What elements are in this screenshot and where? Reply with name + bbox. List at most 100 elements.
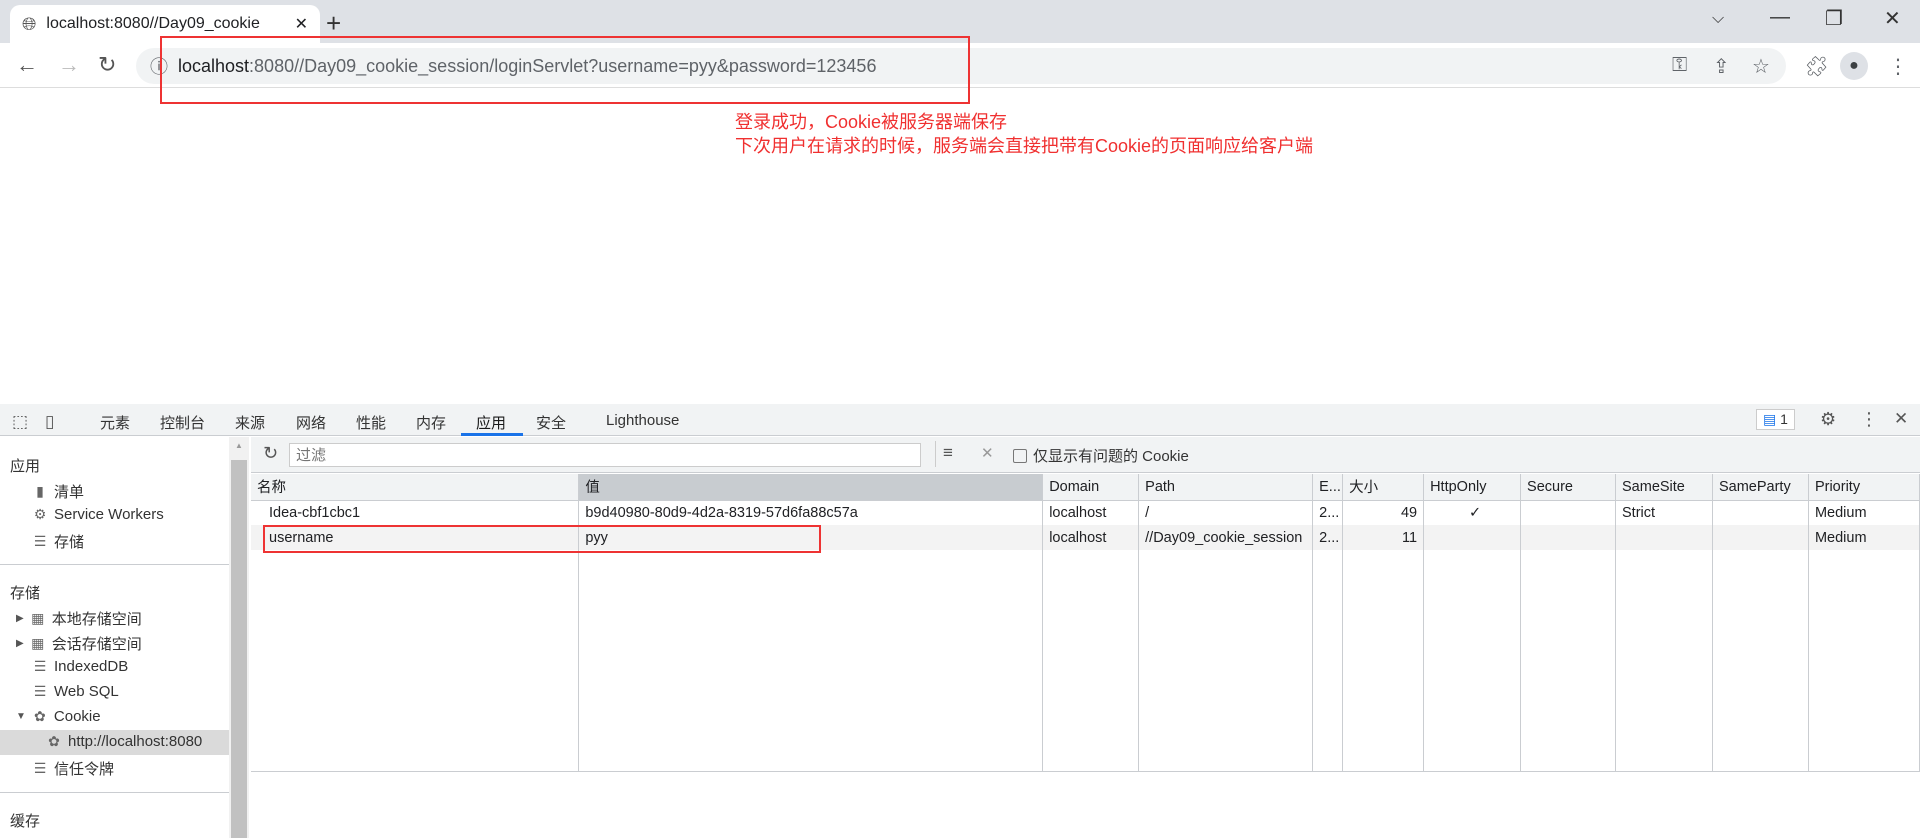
empty-cell [1808,550,1920,771]
close-devtools-icon[interactable]: ✕ [1894,409,1908,429]
table-cell [1520,500,1616,525]
minimize-button[interactable]: — [1770,6,1790,29]
column-header[interactable]: SameSite [1615,474,1713,501]
empty-cell [1342,550,1425,771]
sidebar-item-trust-tokens[interactable]: ☰ 信任令牌 [32,758,114,779]
column-header[interactable]: Path [1138,474,1314,501]
table-cell [1712,525,1809,550]
empty-cell [251,550,580,771]
refresh-icon[interactable]: ↻ [263,443,278,464]
sidebar-item-manifest[interactable]: ▮ 清单 [32,481,84,502]
table-row[interactable]: Idea-cbf1cbc1 b9d40980-80d9-4d2a-8319-57d… [251,500,1920,525]
table-cell: Idea-cbf1cbc1 [251,500,580,525]
column-header[interactable]: 值 [578,474,1044,501]
empty-space [251,550,1920,771]
active-tab-indicator [461,433,523,436]
table-cell: //Day09_cookie_session [1138,525,1314,550]
settings-gear-icon[interactable]: ⚙ [1820,409,1836,430]
column-header[interactable]: Secure [1520,474,1616,501]
expand-arrow-icon[interactable]: ▶ [16,638,24,649]
table-cell: ✓ [1423,500,1522,525]
sidebar-item-service-workers[interactable]: ⚙ Service Workers [32,506,164,523]
collapse-arrow-icon[interactable]: ▼ [16,711,26,722]
table-cell: 2... [1312,525,1344,550]
profile-avatar-icon[interactable]: ● [1840,52,1868,80]
column-header[interactable]: SameParty [1712,474,1809,501]
tab-network[interactable]: 网络 [296,412,326,433]
checkbox[interactable] [1013,448,1027,463]
grid-icon: ▦ [31,635,45,651]
sidebar-item-session-storage[interactable]: ▶ ▦ 会话存储空间 [16,633,142,654]
tab-lighthouse[interactable]: Lighthouse [606,412,679,429]
divider [0,564,229,565]
close-window-button[interactable]: ✕ [1884,6,1901,31]
key-icon[interactable]: ⚿ [1672,54,1687,77]
sidebar-item-storage[interactable]: ☰ 存储 [32,531,84,552]
column-header[interactable]: 大小 [1342,474,1425,501]
clear-filtered-icon[interactable]: ≡ [943,443,953,463]
table-cell: localhost [1042,500,1140,525]
tab-performance[interactable]: 性能 [356,412,386,433]
close-tab-icon[interactable]: ✕ [295,14,308,34]
new-tab-button[interactable]: + [326,8,341,39]
empty-cell [1712,550,1809,771]
tab-security[interactable]: 安全 [536,412,566,433]
extensions-icon[interactable]: 🧩︎ [1804,54,1829,79]
sidebar-item-web-sql[interactable]: ☰ Web SQL [32,683,119,700]
tab-search-icon[interactable]: ⌵ [1712,10,1724,28]
sidebar-item-cookie-origin[interactable]: ✿ http://localhost:8080 [46,733,202,750]
tab-application[interactable]: 应用 [476,412,506,433]
empty-cell [578,550,1044,771]
only-issues-checkbox[interactable]: 仅显示有问题的 Cookie [1013,445,1189,466]
issues-count: 1 [1780,411,1788,427]
label: Cookie [53,708,101,725]
tab-sources[interactable]: 来源 [235,412,265,433]
share-icon[interactable]: ⇪ [1713,54,1730,79]
tab-title: localhost:8080//Day09_cookie [46,15,260,32]
inspect-element-icon[interactable]: ⬚ [12,412,28,432]
cookie-icon: ✿ [34,708,46,724]
column-header[interactable]: Priority [1808,474,1920,501]
forward-icon[interactable]: → [58,52,80,78]
annotation-line-2: 下次用户在请求的时候，服务端会直接把带有Cookie的页面响应给客户端 [735,136,1314,156]
empty-cell [1138,550,1314,771]
filter-input[interactable] [289,443,921,467]
empty-cell [1615,550,1713,771]
restore-button[interactable]: ❐ [1825,6,1843,31]
sidebar-item-local-storage[interactable]: ▶ ▦ 本地存储空间 [16,608,142,629]
table-cell: / [1138,500,1314,525]
tab-elements[interactable]: 元素 [100,412,130,433]
label: http://localhost:8080 [68,733,203,750]
device-toolbar-icon[interactable]: ▯ [45,412,54,432]
column-header[interactable]: 名称 [251,474,580,501]
expand-arrow-icon[interactable]: ▶ [16,613,24,624]
star-icon[interactable]: ☆ [1752,54,1770,79]
issues-badge[interactable]: ▤ 1 [1756,409,1795,430]
scroll-up-arrow-icon[interactable]: ▲ [229,441,249,450]
sidebar-item-cookie[interactable]: ▼ ✿ Cookie [16,708,101,725]
menu-kebab-icon[interactable]: ⋮ [1888,54,1908,79]
label: 本地存储空间 [51,611,142,628]
annotation-text: 登录成功，Cookie被服务器端保存 下次用户在请求的时候，服务端会直接把带有C… [735,110,1313,158]
back-icon[interactable]: ← [16,52,38,78]
label: 会话存储空间 [51,636,142,653]
table-cell: 11 [1342,525,1425,550]
devtools-toolbar: ⬚ ▯ 元素 控制台 来源 网络 性能 内存 应用 安全 Lighthouse … [0,404,1920,436]
scrollbar-thumb[interactable] [231,460,247,838]
label: IndexedDB [54,658,129,675]
more-options-icon[interactable]: ⋮ [1860,409,1878,430]
sidebar-item-indexeddb[interactable]: ☰ IndexedDB [32,658,129,675]
tab-memory[interactable]: 内存 [416,412,446,433]
delete-selected-icon[interactable]: ✕ [981,444,994,462]
table-cell: b9d40980-80d9-4d2a-8319-57d6fa88c57a [578,500,1044,525]
table-cell: 49 [1342,500,1425,525]
column-header[interactable]: Domain [1042,474,1140,501]
divider [935,441,936,467]
empty-cell [1312,550,1344,771]
empty-cell [1042,550,1140,771]
column-header[interactable]: E... [1312,474,1344,501]
column-header[interactable]: HttpOnly [1423,474,1522,501]
table-cell: Medium [1808,500,1920,525]
tab-console[interactable]: 控制台 [160,412,205,433]
reload-icon[interactable]: ↻ [98,52,116,78]
